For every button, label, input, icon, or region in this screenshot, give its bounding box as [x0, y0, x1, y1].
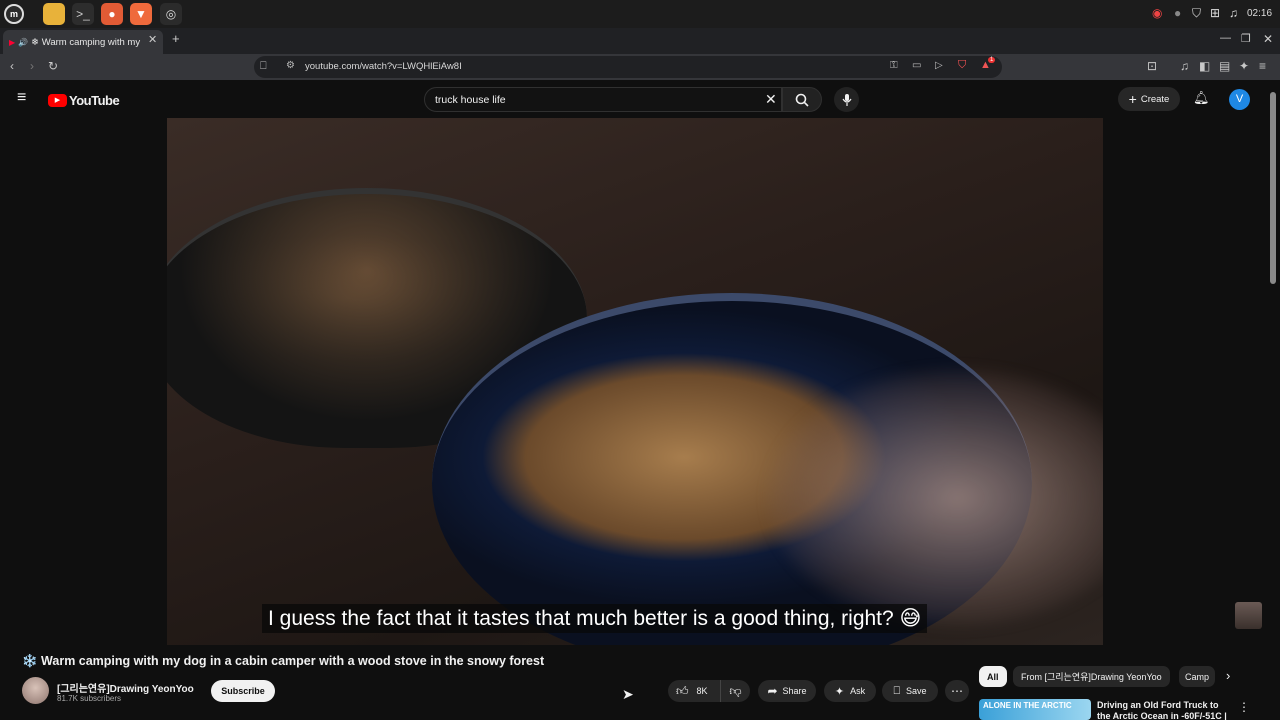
- youtube-play-icon: ▶: [48, 94, 67, 107]
- search-icon: [795, 93, 809, 107]
- back-icon[interactable]: ‹: [10, 59, 14, 73]
- thumbs-down-icon: 👎︎: [729, 683, 742, 698]
- youtube-logo[interactable]: ▶ YouTube: [48, 93, 120, 108]
- extension-badge: 1: [988, 57, 996, 63]
- reload-icon[interactable]: ↻: [48, 59, 58, 73]
- browser-tab-bar: ▶ 🔊 ❄ Warm camping with my ✕ + — ❐ ✕: [0, 28, 1280, 54]
- voice-search-button[interactable]: [834, 87, 859, 112]
- audio-playing-icon[interactable]: 🔊: [18, 38, 28, 47]
- site-info-icon[interactable]: ⚙: [286, 60, 295, 71]
- bookmark-icon[interactable]: ⎕: [260, 60, 267, 73]
- youtube-header: ≡ ▶ YouTube truck house life ✕ + Create …: [0, 80, 1280, 118]
- wallet-icon[interactable]: ▤: [1219, 59, 1230, 73]
- brave-shield-icon[interactable]: ⛉: [958, 59, 966, 72]
- create-label: Create: [1140, 93, 1170, 105]
- tray-status-icon[interactable]: ◉: [1152, 6, 1162, 20]
- subscriber-count: 81.7K subscribers: [57, 694, 122, 703]
- tab-close-icon[interactable]: ✕: [148, 33, 157, 46]
- ask-button[interactable]: ✦ Ask: [824, 680, 876, 702]
- search-button[interactable]: [782, 87, 822, 112]
- share-button[interactable]: ➦ Share: [758, 680, 816, 702]
- search-input[interactable]: truck house life ✕: [424, 87, 782, 112]
- os-taskbar: m >_ ● ▼ ◎ ◉ ● ⛉ ⊞ ♫ 02:16: [0, 0, 1280, 28]
- shield-icon[interactable]: ⛉: [1192, 6, 1201, 21]
- next-video-title[interactable]: Driving an Old Ford Truck to the Arctic …: [1097, 700, 1232, 720]
- thumbs-up-icon: 👍︎: [676, 683, 689, 698]
- microphone-icon: [842, 93, 851, 106]
- plus-icon: +: [1128, 91, 1137, 107]
- url-text[interactable]: youtube.com/watch?v=LWQHlEiAw8I: [305, 61, 462, 72]
- like-count: 8K: [696, 686, 708, 696]
- thumbnail-text: ALONE IN THE ARCTIC: [983, 701, 1072, 710]
- channel-name[interactable]: [그리는연유]Drawing YeonYoo: [57, 680, 194, 695]
- youtube-favicon-icon: ▶: [9, 37, 16, 47]
- network-icon[interactable]: ⊞: [1210, 6, 1220, 20]
- dislike-button[interactable]: 👎︎: [720, 680, 750, 702]
- chip-all[interactable]: All: [979, 666, 1007, 687]
- close-window-icon[interactable]: ✕: [1263, 32, 1273, 46]
- notifications-bell-icon[interactable]: 🔔︎: [1193, 90, 1210, 106]
- video-title: ❄️ Warm camping with my dog in a cabin c…: [22, 654, 545, 668]
- channel-avatar[interactable]: [22, 677, 49, 704]
- maximize-icon[interactable]: ❐: [1241, 32, 1251, 45]
- more-horizontal-icon: ⋯: [951, 684, 963, 698]
- mouse-cursor-icon: ➤: [622, 686, 634, 702]
- chromium-icon[interactable]: ◎: [160, 3, 182, 25]
- video-caption: I guess the fact that it tastes that muc…: [262, 604, 928, 633]
- media-icon[interactable]: ▷: [935, 60, 943, 71]
- new-tab-button[interactable]: +: [172, 31, 180, 46]
- save-playlist-icon: ⎕: [893, 684, 901, 697]
- files-icon[interactable]: [43, 3, 65, 25]
- browser-toolbar: ‹ › ↻ ⎕ ⚙ youtube.com/watch?v=LWQHlEiAw8…: [0, 54, 1280, 80]
- firefox-icon[interactable]: ●: [101, 3, 123, 25]
- clear-search-icon[interactable]: ✕: [765, 91, 777, 108]
- forward-icon[interactable]: ›: [30, 59, 34, 73]
- save-label: Save: [906, 686, 927, 696]
- create-button[interactable]: + Create: [1118, 87, 1180, 111]
- music-icon[interactable]: ♫: [1229, 6, 1238, 20]
- search-query[interactable]: truck house life: [435, 94, 506, 106]
- clock[interactable]: 02:16: [1247, 8, 1272, 19]
- sidebar-icon[interactable]: ◧: [1199, 59, 1210, 73]
- screenshot-icon[interactable]: ⊡: [1147, 59, 1157, 73]
- subscribe-button[interactable]: Subscribe: [211, 680, 275, 702]
- next-video-thumbnail[interactable]: ALONE IN THE ARCTIC: [979, 699, 1091, 720]
- sparkle-icon: ✦: [834, 685, 845, 698]
- user-avatar[interactable]: V: [1229, 89, 1250, 110]
- brave-icon[interactable]: ▼: [130, 3, 152, 25]
- save-button[interactable]: ⎕ Save: [882, 680, 938, 702]
- like-button[interactable]: 👍︎ 8K: [668, 680, 720, 702]
- hamburger-menu-icon[interactable]: ≡: [17, 89, 26, 107]
- ask-label: Ask: [850, 686, 866, 696]
- video-player[interactable]: [167, 118, 1103, 645]
- page-scrollbar[interactable]: [1270, 92, 1276, 284]
- tab-youtube[interactable]: ▶ 🔊 ❄ Warm camping with my: [3, 30, 163, 54]
- address-bar[interactable]: ⎕ ⚙ youtube.com/watch?v=LWQHlEiAw8I ⚿ ▭ …: [254, 56, 1002, 78]
- minimize-icon[interactable]: —: [1220, 32, 1231, 44]
- leo-ai-icon[interactable]: ✦: [1239, 59, 1249, 73]
- more-actions-button[interactable]: ⋯: [945, 680, 969, 702]
- menu-icon[interactable]: ≡: [1259, 59, 1266, 73]
- chevron-right-icon[interactable]: ›: [1226, 668, 1230, 683]
- tray-dot-icon[interactable]: ●: [1174, 6, 1181, 20]
- mint-menu-icon[interactable]: m: [4, 4, 24, 24]
- cast-icon[interactable]: ▭: [912, 60, 921, 71]
- tab-title: ❄ Warm camping with my: [31, 36, 141, 48]
- key-icon[interactable]: ⚿: [890, 60, 898, 71]
- share-label: Share: [782, 686, 807, 696]
- more-vertical-icon[interactable]: ⋮: [1238, 700, 1250, 714]
- terminal-icon[interactable]: >_: [72, 3, 94, 25]
- channel-watermark[interactable]: [1235, 602, 1262, 629]
- music-queue-icon[interactable]: ♫: [1180, 59, 1189, 73]
- chip-from-channel[interactable]: From [그리는연유]Drawing YeonYoo: [1013, 666, 1170, 687]
- share-icon: ➦: [767, 684, 778, 698]
- youtube-logo-text: YouTube: [69, 93, 120, 108]
- chip-camp[interactable]: Camp: [1179, 666, 1215, 687]
